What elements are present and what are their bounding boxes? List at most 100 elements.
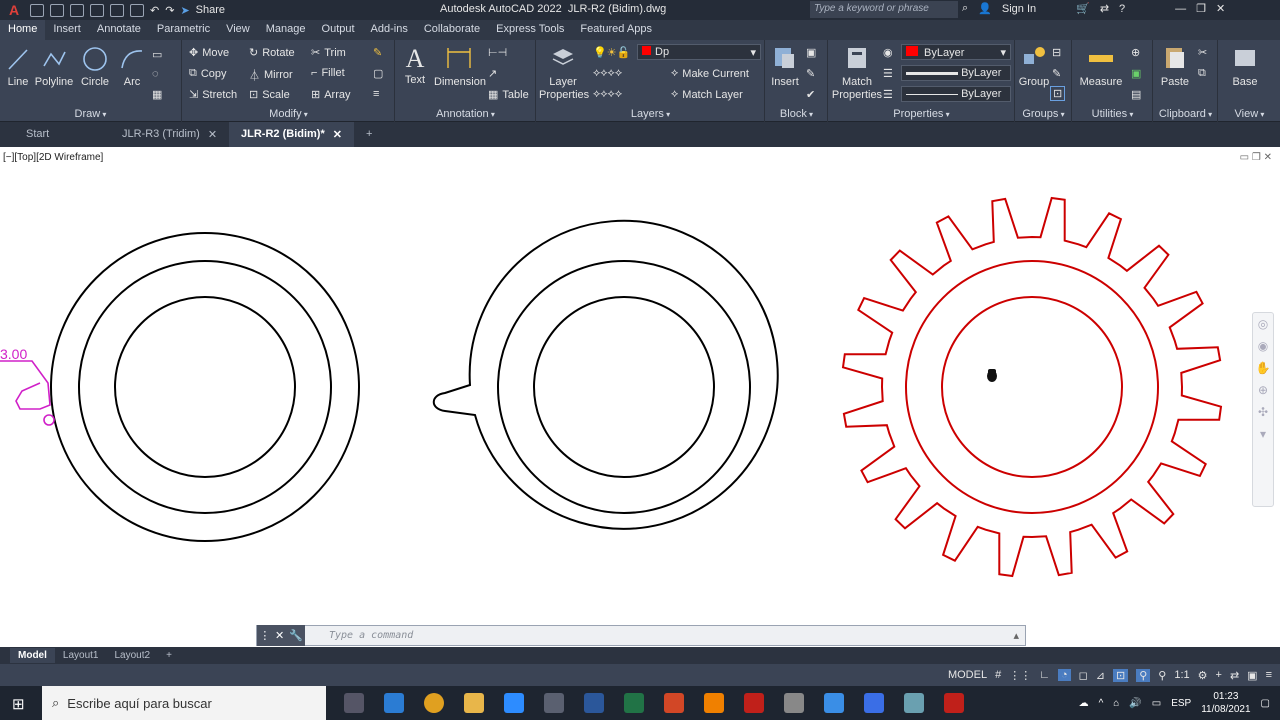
cart-icon[interactable]: 🛒 bbox=[1076, 2, 1090, 15]
tab-insert[interactable]: Insert bbox=[45, 20, 89, 40]
line-button[interactable]: Line bbox=[4, 46, 32, 89]
polyline-button[interactable]: Polyline bbox=[34, 46, 74, 89]
table-button[interactable]: ▦ Table bbox=[488, 88, 529, 102]
tray-chevron-icon[interactable]: ^ bbox=[1099, 698, 1104, 709]
powerpoint-icon[interactable] bbox=[664, 693, 684, 713]
color-wheel-icon[interactable]: ◉ bbox=[883, 46, 893, 59]
draw-panel-title[interactable]: Draw bbox=[0, 108, 181, 120]
print-icon[interactable] bbox=[110, 3, 124, 17]
base-view-button[interactable]: Base bbox=[1225, 44, 1265, 89]
create-block-icon[interactable]: ▣ bbox=[806, 46, 816, 59]
tab-express-tools[interactable]: Express Tools bbox=[488, 20, 572, 40]
task-view-icon[interactable] bbox=[344, 693, 364, 713]
command-input[interactable]: Type a command bbox=[305, 630, 413, 641]
fillet-button[interactable]: ⌐ Fillet bbox=[311, 67, 345, 79]
drag-handle-icon[interactable]: ⋮ bbox=[259, 629, 270, 642]
gear-drawing[interactable] bbox=[841, 196, 1223, 578]
tab-featured-apps[interactable]: Featured Apps bbox=[572, 20, 660, 40]
onedrive-icon[interactable]: ☁ bbox=[1079, 698, 1089, 709]
group-button[interactable]: Group bbox=[1018, 44, 1050, 89]
save-as-icon[interactable] bbox=[90, 3, 104, 17]
annotation-panel-title[interactable]: Annotation bbox=[396, 108, 535, 120]
cut-icon[interactable]: ✂ bbox=[1198, 46, 1207, 59]
quick-select-icon[interactable]: ▣ bbox=[1131, 67, 1141, 80]
navigation-bar[interactable]: ◎ ◉ ✋ ⊕ ✣ ▾ bbox=[1252, 312, 1274, 507]
vlc-icon[interactable] bbox=[704, 693, 724, 713]
copy-button[interactable]: ⧉ Copy bbox=[189, 67, 227, 80]
new-file-icon[interactable] bbox=[30, 3, 44, 17]
restore-button[interactable]: ❐ bbox=[1196, 2, 1206, 15]
windows-start-icon[interactable]: ⊞ bbox=[12, 695, 25, 713]
redo-icon[interactable]: ↷ bbox=[165, 4, 174, 17]
polar-icon[interactable]: ◔ bbox=[1057, 669, 1071, 681]
edit-block-icon[interactable]: ✎ bbox=[806, 67, 815, 80]
close-tab-icon[interactable]: ✕ bbox=[333, 128, 342, 141]
tab-collaborate[interactable]: Collaborate bbox=[416, 20, 488, 40]
close-command-icon[interactable]: ✕ bbox=[275, 629, 284, 642]
lineweight-dropdown[interactable]: ByLayer bbox=[901, 65, 1011, 81]
match-properties-button[interactable]: Match Properties bbox=[831, 44, 883, 102]
battery-icon[interactable]: ▭ bbox=[1152, 698, 1161, 709]
properties-panel-title[interactable]: Properties bbox=[829, 108, 1014, 120]
help-icon[interactable]: ? bbox=[1119, 3, 1125, 15]
customize-icon[interactable]: ≡ bbox=[1266, 669, 1272, 681]
leader-icon[interactable]: ↗ bbox=[488, 67, 497, 80]
file-explorer-icon[interactable] bbox=[464, 693, 484, 713]
doc-tab-jlr-r2[interactable]: JLR-R2 (Bidim)* ✕ bbox=[229, 122, 354, 147]
todo-icon[interactable] bbox=[864, 693, 884, 713]
new-tab-button[interactable]: + bbox=[354, 122, 384, 147]
color-dropdown[interactable]: ByLayer ▾ bbox=[901, 44, 1011, 60]
sign-in-button[interactable]: Sign In bbox=[1002, 3, 1036, 15]
drawing-canvas[interactable]: [−][Top][2D Wireframe] ▭ ❐ ✕ 3.00 ◎ ◉ ✋ … bbox=[0, 147, 1280, 645]
group-edit-icon[interactable]: ✎ bbox=[1052, 67, 1061, 80]
navbar-icons[interactable]: ◎ ◉ ✋ ⊕ ✣ ▾ bbox=[1253, 313, 1273, 445]
tab-home[interactable]: Home bbox=[0, 20, 46, 40]
block-panel-title[interactable]: Block bbox=[766, 108, 827, 120]
view-panel-title[interactable]: View bbox=[1219, 108, 1280, 120]
clock[interactable]: 01:23 11/08/2021 bbox=[1201, 690, 1250, 716]
taskbar-search-input[interactable]: ⌕ Escribe aquí para buscar bbox=[42, 686, 326, 720]
user-icon[interactable]: 👤 bbox=[978, 2, 992, 15]
layout-tab-layout1[interactable]: Layout1 bbox=[55, 648, 107, 663]
hardware-accel-icon[interactable]: ▣ bbox=[1247, 669, 1257, 682]
id-point-icon[interactable]: ⊕ bbox=[1131, 46, 1140, 59]
tab-manage[interactable]: Manage bbox=[258, 20, 314, 40]
add-layout-button[interactable]: + bbox=[158, 648, 180, 663]
wrench-icon[interactable]: 🔧 bbox=[289, 629, 303, 642]
plot-icon[interactable] bbox=[130, 3, 144, 17]
layer-dropdown[interactable]: Dp ▾ bbox=[637, 44, 761, 60]
osnap-tracking-icon[interactable]: ⊡ bbox=[1113, 668, 1129, 682]
doc-tab-jlr-r3[interactable]: JLR-R3 (Tridim) ✕ bbox=[110, 122, 229, 147]
gear-icon[interactable]: ⚙ bbox=[1198, 669, 1208, 682]
layout-tab-layout2[interactable]: Layout2 bbox=[106, 648, 158, 663]
match-layer-button[interactable]: ⟡ Match Layer bbox=[671, 88, 743, 101]
model-space-toggle[interactable]: MODEL bbox=[948, 669, 987, 681]
paint-icon[interactable] bbox=[544, 693, 564, 713]
word-icon[interactable] bbox=[584, 693, 604, 713]
document-icon[interactable] bbox=[824, 693, 844, 713]
undo-icon[interactable]: ↶ bbox=[150, 4, 159, 17]
tab-parametric[interactable]: Parametric bbox=[149, 20, 218, 40]
lineweight-icon[interactable]: ☰ bbox=[883, 67, 893, 80]
make-current-button[interactable]: ⟡ Make Current bbox=[671, 67, 749, 80]
insert-block-button[interactable]: Insert bbox=[768, 44, 802, 89]
copy-clip-icon[interactable]: ⧉ bbox=[1198, 67, 1206, 80]
edit-attributes-icon[interactable]: ✔ bbox=[806, 88, 815, 101]
tab-add-ins[interactable]: Add-ins bbox=[363, 20, 416, 40]
paste-button[interactable]: Paste bbox=[1158, 44, 1192, 89]
excel-icon[interactable] bbox=[624, 693, 644, 713]
isometric-icon[interactable]: ⊿ bbox=[1096, 669, 1105, 682]
command-history-icon[interactable]: ▴ bbox=[1013, 629, 1019, 642]
network-icon[interactable]: ⌂ bbox=[1113, 698, 1119, 709]
search-icon[interactable]: ⌕ bbox=[962, 2, 968, 15]
share-button[interactable]: Share bbox=[196, 4, 225, 16]
calculator-icon[interactable]: ▤ bbox=[1131, 88, 1141, 101]
clipboard-panel-title[interactable]: Clipboard bbox=[1154, 108, 1217, 120]
settings-icon[interactable] bbox=[784, 693, 804, 713]
chrome-icon[interactable] bbox=[424, 693, 444, 713]
linetype-dropdown[interactable]: ByLayer bbox=[901, 86, 1011, 102]
snap-icon[interactable]: ⋮⋮ bbox=[1009, 669, 1031, 682]
text-button[interactable]: A Text bbox=[400, 44, 430, 87]
osnap-icon[interactable]: ◻ bbox=[1079, 669, 1088, 682]
exchange-icon[interactable]: ⇄ bbox=[1100, 2, 1109, 15]
